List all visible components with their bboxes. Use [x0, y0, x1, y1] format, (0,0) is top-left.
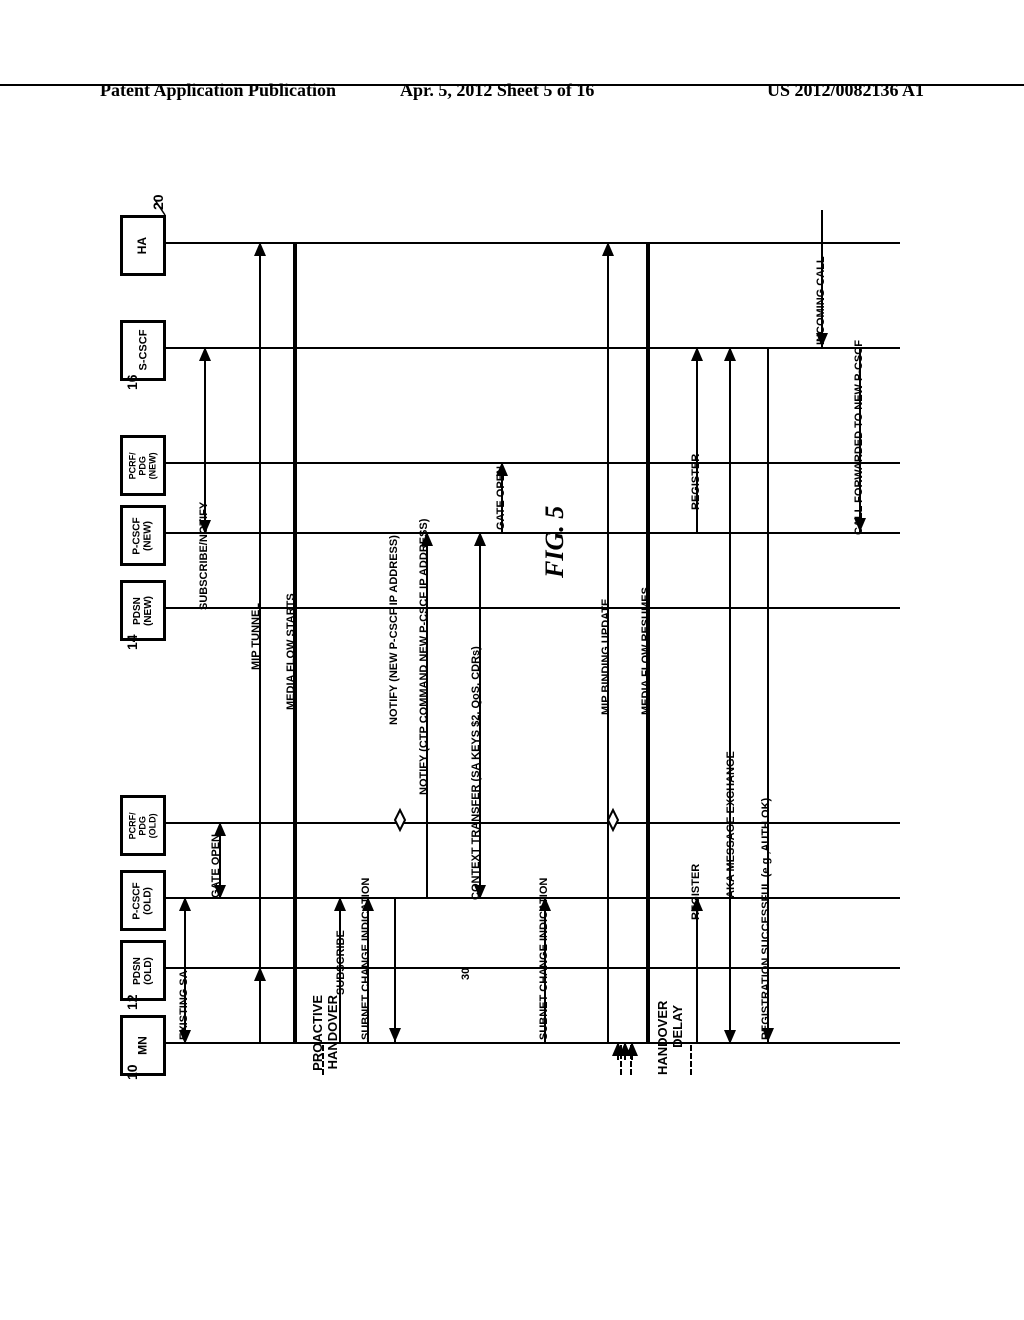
msg-media-flow-starts: MEDIA FLOW STARTS [285, 593, 297, 710]
figure-label: FIG. 5 [540, 506, 570, 578]
msg-mip-tunnel: MIP TUNNEL [250, 603, 262, 670]
phase-proactive: PROACTIVEHANDOVER [310, 995, 340, 1075]
msg-register-2: REGISTER [690, 454, 702, 510]
msg-reg-success: REGISTRATION SUCCESSFUL (e.g.,AUTH OK) [760, 798, 772, 1040]
header-center-text: Apr. 5, 2012 Sheet 5 of 16 [400, 80, 594, 101]
actor-scscf: S-CSCF [120, 320, 166, 381]
msg-media-flow-resumes: MEDIA FLOW RESUMES [640, 587, 652, 715]
lifeline-pcscf-old [165, 897, 900, 899]
msg-context-transfer: CONTEXT TRANSFER (SA KEYS $2, QoS, CDRs) [470, 646, 482, 900]
header-left-text: Patent Application Publication [100, 80, 336, 101]
dash-proactive-start [322, 1045, 324, 1075]
msg-gate-open-new: GATE OPEN [495, 466, 507, 530]
actor-pcrf-new: PCRF/PDG(NEW) [120, 435, 166, 496]
ref-10: 10 [124, 1064, 140, 1080]
actor-pdsn-new: PDSN(NEW) [120, 580, 166, 641]
ref-30: 30 [460, 968, 472, 980]
msg-notify-new-pcscf: NOTIFY (NEW P-CSCF IP ADDRESS) [388, 535, 400, 725]
msg-incoming-call: INCOMING CALL [815, 256, 827, 345]
ref-14: 14 [124, 634, 140, 650]
msg-existing-sa: EXISTING SA [178, 970, 190, 1040]
lifeline-mn [165, 1042, 900, 1044]
msg-mip-binding: MIP BINDING UPDATE [600, 599, 612, 715]
msg-aka-exchange: AKA MESSAGE EXCHANGE [725, 751, 737, 898]
arrows-layer [120, 180, 900, 1080]
ref-20: 20 [150, 194, 166, 210]
dash-delay-end [690, 1045, 692, 1075]
actor-ha: HA [120, 215, 166, 276]
dash-delay-start [630, 1045, 632, 1075]
lifeline-scscf [165, 347, 900, 349]
lifeline-pdsn-new [165, 607, 900, 609]
lifeline-ha [165, 242, 900, 244]
lifeline-pcscf-new [165, 532, 900, 534]
dash-proactive-end [620, 1045, 622, 1075]
msg-subnet-change-2: SUBNET CHANGE INDICATION [538, 878, 550, 1040]
msg-gate-open-old: GATE OPEN [210, 834, 222, 898]
msg-register-1: REGISTER [690, 864, 702, 920]
lifeline-pdsn-old [165, 967, 900, 969]
header-right-text: US 2012/0082136 A1 [767, 80, 924, 101]
actor-pcrf-old: PCRF/PDG(OLD) [120, 795, 166, 856]
ref-16: 16 [124, 374, 140, 390]
msg-call-forwarded: CALL FORWARDED TO NEW P-CSCF [853, 340, 865, 535]
msg-subnet-change-1: SUBNET CHANGE INDICATION [360, 878, 372, 1040]
msg-notify-ctp: NOTIFY (CTP COMMAND NEW P-CSCF IP ADDRES… [418, 519, 430, 795]
phase-delay: HANDOVERDELAY [655, 1005, 685, 1075]
lifeline-pcrf-old [165, 822, 900, 824]
msg-subscribe-notify: SUBSCRIBE/NOTIFY [198, 502, 210, 610]
ref-12: 12 [124, 994, 140, 1010]
actor-pcscf-new: P-CSCF(NEW) [120, 505, 166, 566]
actor-pcscf-old: P-CSCF(OLD) [120, 870, 166, 931]
sequence-diagram: FIG. 5 MN PDSN(OLD) P-CSCF(OLD) PCRF/PDG… [120, 180, 900, 1080]
msg-subscribe: SUBSCRIBE [335, 930, 347, 995]
actor-pdsn-old: PDSN(OLD) [120, 940, 166, 1001]
lifeline-pcrf-new [165, 462, 900, 464]
page-header: Patent Application Publication Apr. 5, 2… [0, 80, 1024, 86]
